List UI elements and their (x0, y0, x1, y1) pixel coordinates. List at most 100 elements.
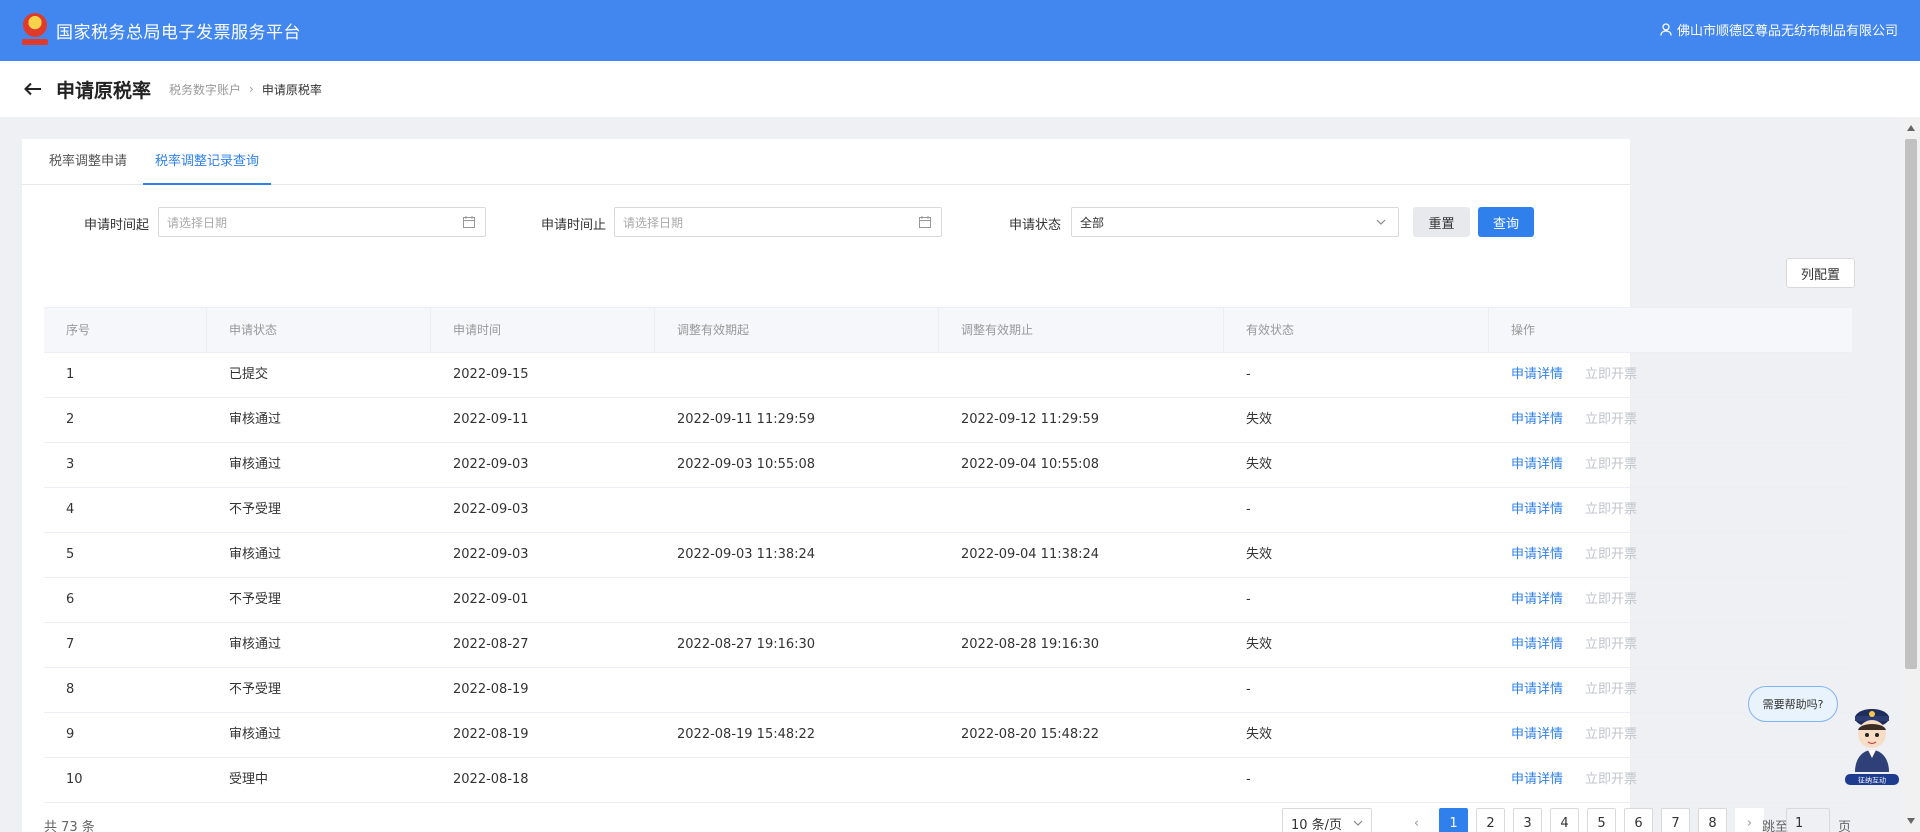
back-arrow-icon[interactable] (24, 79, 44, 99)
cell-apply-status: 不予受理 (229, 682, 282, 697)
apply-detail-link[interactable]: 申请详情 (1511, 367, 1563, 382)
start-date-label: 申请时间起 (84, 218, 150, 233)
calendar-icon (463, 216, 475, 228)
cell-apply-status: 审核通过 (229, 637, 282, 652)
reset-button[interactable]: 重置 (1413, 207, 1470, 237)
vertical-scrollbar[interactable] (1902, 117, 1920, 832)
cell-valid-to (939, 668, 1224, 712)
cell-apply-status: 审核通过 (229, 457, 282, 472)
cell-actions: 申请详情 立即开票 (1489, 578, 1852, 622)
user-account-menu[interactable]: 佛山市顺德区尊品无纺布制品有限公司 (1660, 20, 1898, 39)
cell-apply-time: 2022-09-15 (453, 367, 529, 382)
page-size-value: 10 条/页 (1291, 817, 1343, 832)
table-row: 8 不予受理 2022-08-19 - 申请详情 立即开票 (44, 668, 1852, 713)
cell-valid-status: 失效 (1246, 727, 1273, 742)
cell-valid-status: - (1246, 367, 1251, 382)
column-header-valid-status: 有效状态 (1224, 308, 1489, 352)
page-number-button[interactable]: 1 (1439, 808, 1468, 832)
prev-page-chevron-left-icon[interactable]: ‹ (1402, 808, 1431, 832)
tab-rate-adjust-apply[interactable]: 税率调整申请 (37, 139, 139, 184)
apply-detail-link[interactable]: 申请详情 (1511, 682, 1563, 697)
column-config-button[interactable]: 列配置 (1786, 258, 1855, 288)
cell-apply-time: 2022-08-27 (453, 637, 529, 652)
tab-rate-adjust-records[interactable]: 税率调整记录查询 (143, 139, 272, 185)
jump-label: 跳至 (1762, 820, 1789, 832)
chevron-down-icon (1353, 820, 1363, 826)
help-bubble[interactable]: 需要帮助吗? (1748, 686, 1838, 722)
scroll-up-arrow-icon[interactable] (1907, 125, 1915, 131)
apply-detail-link[interactable]: 申请详情 (1511, 592, 1563, 607)
apply-detail-link[interactable]: 申请详情 (1511, 457, 1563, 472)
page-number-button[interactable]: 7 (1661, 808, 1690, 832)
cell-valid-to (939, 578, 1224, 622)
apply-detail-link[interactable]: 申请详情 (1511, 502, 1563, 517)
chevron-down-icon (1376, 219, 1386, 225)
page-size-select[interactable]: 10 条/页 (1282, 808, 1372, 832)
cell-apply-time: 2022-09-03 (453, 502, 529, 517)
cell-index: 6 (66, 592, 75, 607)
cell-index: 10 (66, 772, 83, 787)
top-header-bar: 国家税务总局电子发票服务平台 佛山市顺德区尊品无纺布制品有限公司 (0, 0, 1920, 61)
jump-page-input[interactable]: 1 (1786, 808, 1830, 832)
apply-detail-link[interactable]: 申请详情 (1511, 772, 1563, 787)
page-number-button[interactable]: 6 (1624, 808, 1653, 832)
table-row: 4 不予受理 2022-09-03 - 申请详情 立即开票 (44, 488, 1852, 533)
end-date-input[interactable]: 请选择日期 (614, 207, 942, 237)
breadcrumb-item-tax-account[interactable]: 税务数字账户 (169, 81, 241, 98)
scrollbar-thumb[interactable] (1905, 139, 1917, 669)
issue-invoice-link: 立即开票 (1585, 502, 1638, 517)
apply-detail-link[interactable]: 申请详情 (1511, 547, 1563, 562)
cell-actions: 申请详情 立即开票 (1489, 353, 1852, 397)
app-title: 国家税务总局电子发票服务平台 (56, 23, 301, 43)
cell-valid-from: 2022-09-03 11:38:24 (677, 547, 816, 562)
page-number-button[interactable]: 8 (1698, 808, 1727, 832)
page-number-button[interactable]: 4 (1550, 808, 1579, 832)
next-page-chevron-right-icon[interactable]: › (1735, 808, 1764, 832)
cell-index: 3 (66, 457, 75, 472)
user-company-name: 佛山市顺德区尊品无纺布制品有限公司 (1676, 24, 1898, 39)
cell-valid-to (939, 758, 1224, 802)
scroll-down-arrow-icon[interactable] (1907, 818, 1915, 824)
cell-valid-to: 2022-09-04 10:55:08 (961, 457, 1100, 472)
page-number-button[interactable]: 2 (1476, 808, 1505, 832)
apply-detail-link[interactable]: 申请详情 (1511, 412, 1563, 427)
cell-apply-time: 2022-08-18 (453, 772, 529, 787)
cell-valid-status: 失效 (1246, 637, 1273, 652)
issue-invoice-link: 立即开票 (1585, 367, 1638, 382)
cell-valid-from: 2022-09-11 11:29:59 (677, 412, 816, 427)
issue-invoice-link: 立即开票 (1585, 772, 1638, 787)
status-label: 申请状态 (1009, 218, 1062, 233)
cell-index: 5 (66, 547, 75, 562)
page-number-button[interactable]: 3 (1513, 808, 1542, 832)
cell-valid-status: 失效 (1246, 547, 1273, 562)
start-date-input[interactable]: 请选择日期 (158, 207, 486, 237)
cell-valid-from: 2022-09-03 10:55:08 (677, 457, 816, 472)
cell-valid-to: 2022-09-12 11:29:59 (961, 412, 1100, 427)
cell-valid-status: - (1246, 682, 1251, 697)
help-bot-label: 征纳互动 (1858, 776, 1886, 785)
page-title: 申请原税率 (56, 79, 152, 102)
cell-valid-to: 2022-08-28 19:16:30 (961, 637, 1100, 652)
issue-invoice-link: 立即开票 (1585, 412, 1638, 427)
cell-valid-to (939, 488, 1224, 532)
help-assistant-avatar-icon[interactable]: 征纳互动 (1843, 702, 1901, 786)
records-table: 序号 申请状态 申请时间 调整有效期起 调整有效期止 有效状态 操作 1 已提交 2… (44, 307, 1852, 803)
end-date-placeholder: 请选择日期 (623, 215, 684, 230)
apply-detail-link[interactable]: 申请详情 (1511, 727, 1563, 742)
apply-detail-link[interactable]: 申请详情 (1511, 637, 1563, 652)
user-icon (1660, 23, 1672, 36)
table-header: 序号 申请状态 申请时间 调整有效期起 调整有效期止 有效状态 操作 (44, 307, 1852, 353)
cell-apply-status: 已提交 (229, 367, 269, 382)
status-select[interactable]: 全部 (1071, 207, 1399, 237)
page-number-button[interactable]: 5 (1587, 808, 1616, 832)
query-button[interactable]: 查询 (1478, 207, 1534, 237)
cell-valid-status: - (1246, 772, 1251, 787)
issue-invoice-link: 立即开票 (1585, 547, 1638, 562)
column-header-valid-from: 调整有效期起 (655, 308, 939, 352)
filter-bar: 申请时间起 请选择日期 申请时间止 请选择日期 申请状态 全部 重置 查询 (22, 207, 1630, 239)
cell-actions: 申请详情 立即开票 (1489, 533, 1852, 577)
cell-apply-status: 审核通过 (229, 547, 282, 562)
column-header-valid-to: 调整有效期止 (939, 308, 1224, 352)
cell-index: 1 (66, 367, 75, 382)
cell-actions: 申请详情 立即开票 (1489, 398, 1852, 442)
